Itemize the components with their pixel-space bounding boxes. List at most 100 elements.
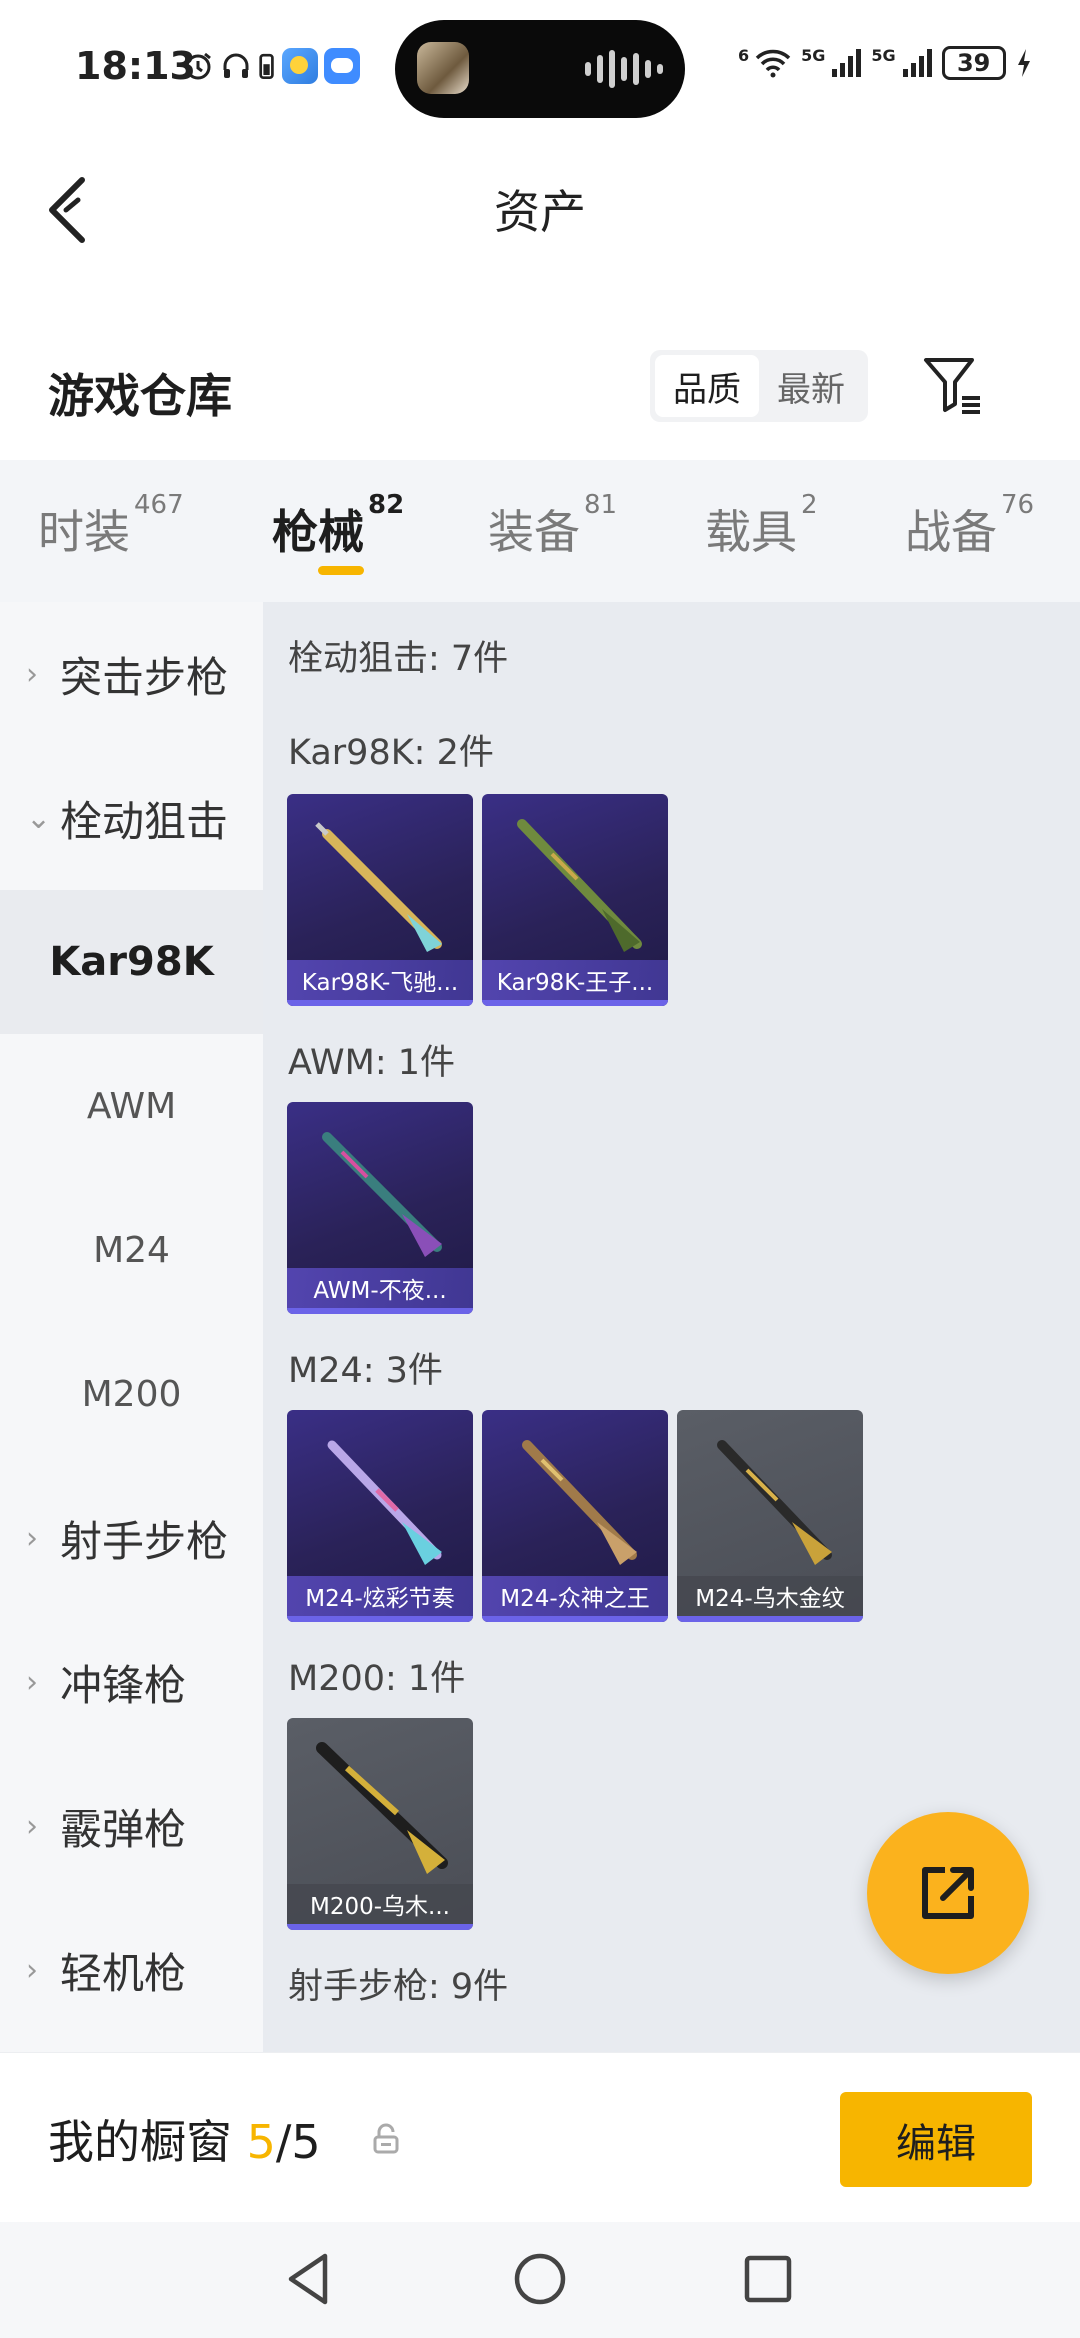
showcase-title: 我的橱窗 5/5 — [48, 2106, 321, 2172]
sidebar: › 突击步枪 ⌄ 栓动狙击 Kar98K AWM M24 M200 › 射手步枪 › 冲… — [0, 602, 263, 2052]
weapon-name: M24-众神之王 — [482, 1576, 668, 1616]
wifi-icon — [755, 49, 791, 78]
sidebar-item-shotgun[interactable]: › 霰弹枪 — [0, 1754, 263, 1898]
tab-vehicles[interactable]: 载具 2 — [705, 490, 818, 562]
sidebar-item-assault-rifle[interactable]: › 突击步枪 — [0, 602, 263, 746]
sidebar-item-label: 冲锋枪 — [60, 1660, 187, 1710]
sort-option-newest[interactable]: 最新 — [759, 355, 863, 417]
group-label-m24: M24: 3件 — [288, 1351, 443, 1391]
tab-count: 2 — [801, 490, 818, 520]
rifle-image — [316, 1742, 448, 1874]
category-summary: 栓动狙击: 7件 — [288, 639, 509, 679]
tab-equipment[interactable]: 装备 81 — [488, 490, 617, 562]
signal-label-1: 5G — [801, 46, 826, 65]
signal-icon-2 — [902, 49, 932, 77]
rarity-bar — [482, 1616, 668, 1622]
tab-count: 81 — [584, 490, 618, 520]
sidebar-item-label: 轻机枪 — [60, 1948, 187, 1998]
share-button[interactable] — [867, 1812, 1029, 1974]
chevron-right-icon: › — [26, 1952, 38, 1988]
sidebar-item-label: 栓动狙击 — [60, 796, 229, 846]
charging-icon — [1017, 49, 1030, 77]
tab-count: 76 — [1001, 490, 1035, 520]
wifi-label: 6 — [738, 46, 750, 65]
filter-icon[interactable] — [920, 352, 986, 418]
weapon-name: AWM-不夜... — [287, 1268, 473, 1308]
chevron-right-icon: › — [26, 1808, 38, 1844]
warehouse-title: 游戏仓库 — [48, 369, 232, 423]
weapon-card[interactable]: M24-众神之王 — [482, 1410, 668, 1622]
sidebar-item-bolt-sniper[interactable]: ⌄ 栓动狙击 — [0, 746, 263, 890]
group-label-kar98k: Kar98K: 2件 — [288, 733, 494, 773]
battery-icon: 39 — [941, 46, 1006, 80]
showcase-count-total: 5 — [291, 2115, 321, 2169]
media-thumbnail — [417, 42, 469, 94]
tab-label: 战备 — [905, 505, 997, 559]
rarity-bar — [482, 1000, 668, 1006]
tab-firearms[interactable]: 枪械 82 — [272, 490, 404, 562]
weapon-name: M24-乌木金纹 — [677, 1576, 863, 1616]
rarity-bar — [677, 1616, 863, 1622]
tab-label: 枪械 — [272, 505, 364, 559]
sidebar-item-marksman-rifle[interactable]: › 射手步枪 — [0, 1466, 263, 1610]
tab-supplies[interactable]: 战备 76 — [905, 490, 1034, 562]
earbuds-battery-icon — [259, 53, 274, 80]
sidebar-item-lmg[interactable]: › 轻机枪 — [0, 1898, 263, 2042]
sidebar-item-label: 射手步枪 — [60, 1516, 229, 1566]
sidebar-item-kar98k[interactable]: Kar98K — [0, 890, 263, 1034]
rifle-image — [315, 822, 442, 952]
sidebar-item-m200[interactable]: M200 — [0, 1322, 263, 1466]
header: 资产 — [0, 140, 1080, 270]
alarm-icon — [185, 52, 211, 80]
square-recent-icon[interactable] — [733, 2244, 803, 2314]
tab-label: 装备 — [488, 505, 580, 559]
sidebar-item-label: 突击步枪 — [60, 652, 229, 702]
status-left-icons — [182, 48, 360, 84]
tab-count: 467 — [134, 490, 184, 520]
chat-app-icon — [324, 48, 360, 84]
lock-icon — [373, 2123, 399, 2154]
headphones-icon — [223, 53, 249, 78]
sidebar-item-m24[interactable]: M24 — [0, 1178, 263, 1322]
showcase-count-current: 5 — [246, 2115, 276, 2169]
edit-button[interactable]: 编辑 — [840, 2092, 1032, 2187]
chevron-right-icon: › — [26, 1520, 38, 1556]
weapon-name: M24-炫彩节奏 — [287, 1576, 473, 1616]
rifle-image — [517, 819, 642, 952]
system-nav-bar — [0, 2222, 1080, 2338]
triangle-back-icon[interactable] — [275, 2244, 345, 2314]
audio-wave-icon — [585, 50, 663, 88]
share-icon — [922, 1867, 974, 1919]
rifle-image — [522, 1440, 637, 1565]
sidebar-item-smg[interactable]: › 冲锋枪 — [0, 1610, 263, 1754]
tab-fashion[interactable]: 时装 467 — [38, 490, 184, 562]
rifle-image — [322, 1132, 442, 1257]
category-tabs: 时装 467 枪械 82 装备 81 载具 2 战备 76 — [0, 460, 1080, 602]
weapon-name: Kar98K-王子... — [482, 960, 668, 1000]
rarity-bar — [287, 1616, 473, 1622]
sidebar-item-awm[interactable]: AWM — [0, 1034, 263, 1178]
chevron-right-icon: › — [26, 1664, 38, 1700]
weapon-card[interactable]: Kar98K-王子... — [482, 794, 668, 1006]
weapon-card[interactable]: Kar98K-飞驰... — [287, 794, 473, 1006]
rarity-bar — [287, 1308, 473, 1314]
weapon-card[interactable]: M24-炫彩节奏 — [287, 1410, 473, 1622]
status-time: 18:13 — [75, 44, 196, 88]
showcase-label: 我的橱窗 — [48, 2115, 232, 2169]
weapon-card[interactable]: AWM-不夜... — [287, 1102, 473, 1314]
signal-label-2: 5G — [871, 46, 896, 65]
group-label-m200: M200: 1件 — [288, 1659, 466, 1699]
weapon-card[interactable]: M24-乌木金纹 — [677, 1410, 863, 1622]
circle-home-icon[interactable] — [505, 2244, 575, 2314]
status-bar: 18:13 6 5G 5G 39 — [0, 0, 1080, 140]
tab-count: 82 — [368, 490, 405, 520]
chevron-right-icon: › — [26, 656, 38, 692]
dynamic-island[interactable] — [395, 20, 685, 118]
chevron-down-icon: ⌄ — [26, 800, 52, 836]
signal-icon-1 — [832, 49, 862, 77]
weather-app-icon — [282, 48, 318, 84]
sort-option-quality[interactable]: 品质 — [655, 355, 759, 417]
weapon-name: Kar98K-飞驰... — [287, 960, 473, 1000]
page-title: 资产 — [494, 185, 586, 239]
weapon-card[interactable]: M200-乌木... — [287, 1718, 473, 1930]
